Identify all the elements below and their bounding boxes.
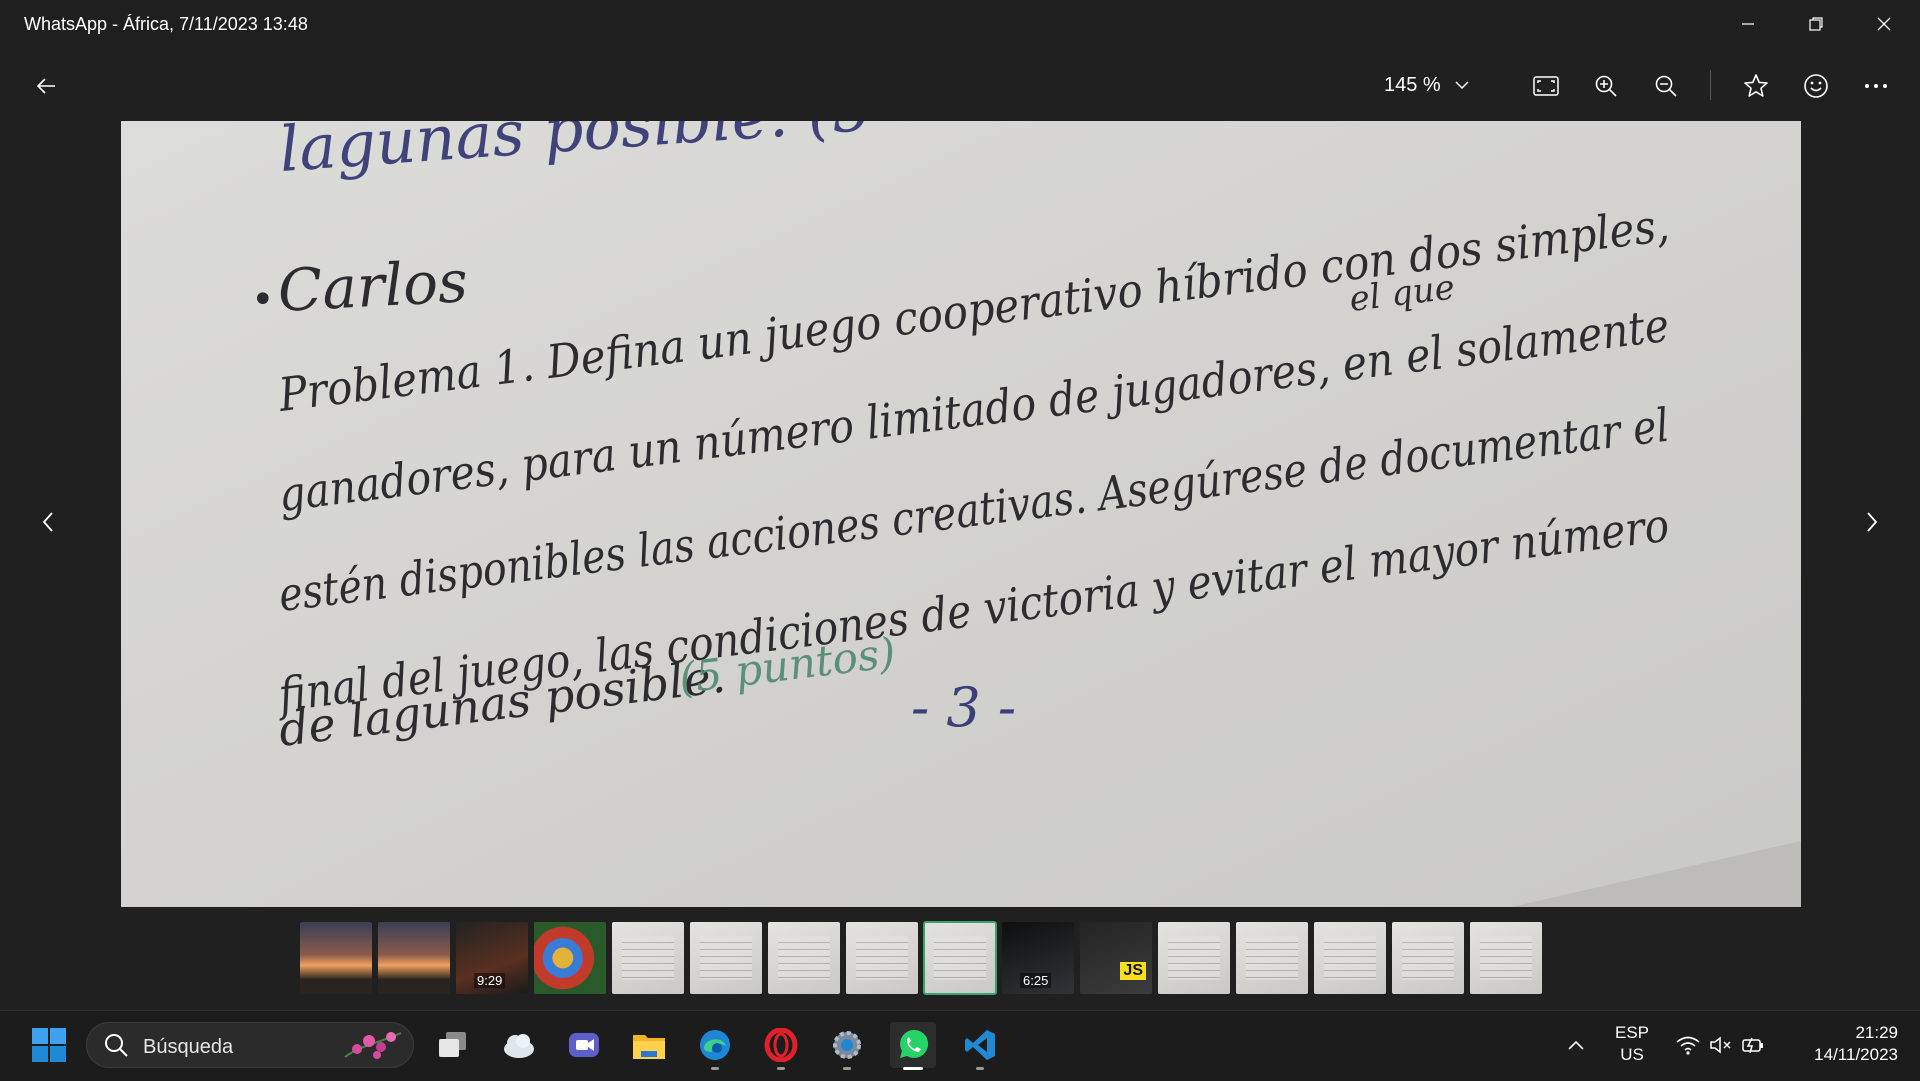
title-bar: WhatsApp - África, 7/11/2023 13:48: [0, 0, 1920, 48]
thumbnail-paper[interactable]: [768, 922, 840, 994]
emoji-icon: [1804, 74, 1828, 98]
zoom-out-button[interactable]: [1644, 64, 1688, 108]
thumbnail-paper[interactable]: [690, 922, 762, 994]
viewer-toolbar: [0, 48, 1920, 122]
thumbnail-paper[interactable]: [923, 921, 997, 995]
settings-button[interactable]: [824, 1022, 870, 1070]
taskbar-search-box[interactable]: Búsqueda: [86, 1022, 414, 1068]
video-duration: 9:29: [474, 973, 506, 988]
toolbar-separator: [1710, 70, 1711, 100]
fit-window-icon: [1533, 76, 1559, 96]
thumbnail-video[interactable]: 9:29: [456, 922, 528, 994]
task-view-button[interactable]: [429, 1022, 475, 1068]
edge-icon: [700, 1030, 730, 1060]
keyboard-layout: US: [1620, 1045, 1644, 1064]
thumbnail-dark[interactable]: 6:25: [1002, 922, 1074, 994]
running-indicator: [711, 1067, 719, 1070]
vscode-button[interactable]: [957, 1022, 1003, 1070]
task-view-icon: [439, 1032, 466, 1057]
previous-image-button[interactable]: [28, 500, 68, 544]
react-button[interactable]: [1794, 64, 1838, 108]
file-explorer-icon: [633, 1035, 665, 1059]
back-button[interactable]: [24, 64, 68, 108]
search-icon: [105, 1034, 128, 1057]
restore-icon: [1809, 17, 1823, 31]
start-button[interactable]: [26, 1022, 72, 1068]
minimize-icon: [1742, 23, 1754, 25]
wifi-icon: [1676, 1036, 1700, 1055]
running-indicator: [843, 1067, 851, 1070]
thumbnail-paper[interactable]: [1314, 922, 1386, 994]
whatsapp-button[interactable]: [890, 1022, 936, 1070]
thumbnail-strip: 9:29 6:25 JS: [300, 921, 1542, 995]
thumbnail-poster[interactable]: [534, 922, 606, 994]
arrow-left-icon: [36, 78, 55, 94]
zoom-level: 145 %: [1384, 73, 1441, 96]
more-options-button[interactable]: [1854, 64, 1898, 108]
chevron-left-icon: [42, 512, 53, 532]
teams-button[interactable]: [561, 1022, 607, 1068]
zoom-in-button[interactable]: [1584, 64, 1628, 108]
more-icon: [1865, 84, 1887, 88]
edge-button[interactable]: [692, 1022, 738, 1070]
running-indicator: [976, 1067, 984, 1070]
clock-date: 14/11/2023: [1814, 1045, 1898, 1064]
thumbnail-paper[interactable]: [1470, 922, 1542, 994]
chevron-right-icon: [1867, 512, 1878, 532]
thumbnail-paper[interactable]: [1392, 922, 1464, 994]
file-explorer-button[interactable]: [626, 1022, 672, 1068]
settings-gear-icon: [833, 1031, 861, 1059]
windows-start-icon: [32, 1028, 66, 1062]
clock-time: 21:29: [1855, 1023, 1898, 1042]
zoom-out-icon: [1655, 75, 1677, 97]
thumbnail-paper[interactable]: [1158, 922, 1230, 994]
opera-button[interactable]: [758, 1022, 804, 1070]
show-hidden-icons-button[interactable]: [1553, 1022, 1599, 1068]
input-language-indicator[interactable]: ESP US: [1612, 1022, 1652, 1066]
thumbnail-paper[interactable]: [612, 922, 684, 994]
system-tray-status[interactable]: [1665, 1022, 1775, 1068]
close-icon: [1877, 17, 1891, 31]
handwritten-note-photo: lagunas posible. (5 • Carlos el que Prob…: [121, 121, 1801, 907]
running-indicator: [777, 1067, 785, 1070]
battery-charging-icon: [1742, 1037, 1763, 1054]
minimize-button[interactable]: [1714, 0, 1782, 48]
lang-code: ESP: [1614, 1023, 1650, 1042]
teams-icon: [569, 1033, 599, 1057]
chevron-down-icon: [1455, 81, 1469, 90]
weather-button[interactable]: [496, 1022, 542, 1068]
photo-viewer[interactable]: lagunas posible. (5 • Carlos el que Prob…: [121, 121, 1801, 907]
thumbnail-paper[interactable]: [1236, 922, 1308, 994]
thumbnail-js[interactable]: JS: [1080, 922, 1152, 994]
restore-button[interactable]: [1782, 0, 1850, 48]
running-indicator: [903, 1067, 923, 1070]
thumbnail-paper[interactable]: [846, 922, 918, 994]
close-button[interactable]: [1850, 0, 1918, 48]
opera-icon: [764, 1028, 798, 1062]
volume-muted-icon: [1710, 1036, 1731, 1054]
taskbar-clock[interactable]: 21:29 14/11/2023: [1778, 1022, 1898, 1066]
next-image-button[interactable]: [1852, 500, 1892, 544]
chevron-up-icon: [1568, 1040, 1584, 1050]
weather-cloud-icon: [504, 1034, 534, 1058]
search-placeholder: Búsqueda: [143, 1036, 234, 1058]
window-title: WhatsApp - África, 7/11/2023 13:48: [24, 14, 308, 34]
thumbnail-sunset[interactable]: [378, 922, 450, 994]
flowers-decoration-icon: [344, 1032, 402, 1059]
whatsapp-icon: [900, 1029, 929, 1058]
bullet-mark: •: [251, 277, 275, 323]
page-number: - 3 -: [911, 676, 1016, 739]
star-button[interactable]: [1734, 64, 1778, 108]
fit-to-window-button[interactable]: [1524, 64, 1568, 108]
thumbnail-sunset[interactable]: [300, 922, 372, 994]
vscode-icon: [965, 1030, 995, 1060]
star-icon: [1744, 74, 1768, 97]
name-text: Carlos: [276, 247, 469, 325]
zoom-dropdown[interactable]: 145 %: [1384, 70, 1469, 100]
video-duration: 6:25: [1020, 973, 1052, 988]
thumbnail-badge: JS: [1120, 962, 1146, 980]
zoom-in-icon: [1595, 75, 1617, 97]
